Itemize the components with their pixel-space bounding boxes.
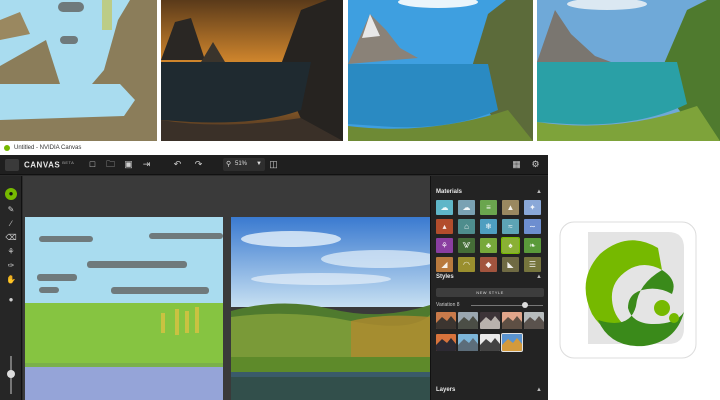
eraser-icon[interactable]: ⌫: [5, 232, 17, 244]
redo-icon[interactable]: ↷: [193, 159, 204, 170]
fire-icon[interactable]: ▴: [436, 219, 453, 234]
style-thumbnail[interactable]: [436, 312, 456, 329]
chevron-up-icon[interactable]: ▲: [536, 189, 542, 195]
app-logo-icon: [4, 145, 10, 151]
brush-icon[interactable]: ✎: [5, 204, 17, 216]
window-titlebar: Untitled - NVIDIA Canvas: [0, 141, 548, 155]
example-render-sunset-lake: [161, 0, 343, 141]
water-icon[interactable]: ≈: [502, 219, 519, 234]
open-folder-icon[interactable]: 🗀: [105, 159, 116, 170]
house-icon[interactable]: ⌂: [458, 219, 475, 234]
flower-icon[interactable]: ⚘: [436, 238, 453, 253]
style-thumbnail[interactable]: [480, 334, 500, 351]
style-thumbnail[interactable]: [458, 312, 478, 329]
materials-title: Materials: [436, 189, 463, 195]
grass-icon[interactable]: ≡: [480, 200, 497, 215]
new-file-icon[interactable]: □: [87, 159, 98, 170]
undo-icon[interactable]: ↶: [172, 159, 183, 170]
eyedropper-icon[interactable]: ✑: [5, 260, 17, 272]
tree-icon[interactable]: ♠: [501, 237, 520, 254]
paint-canvas[interactable]: [25, 217, 223, 400]
compare-layout-icon[interactable]: ◫: [268, 159, 279, 170]
sky-icon[interactable]: ☁: [436, 200, 453, 215]
chevron-up-icon[interactable]: ▲: [536, 274, 542, 280]
chevron-up-icon[interactable]: ▲: [536, 387, 542, 393]
new-style-button[interactable]: NEW STYLE: [436, 288, 544, 297]
sparkle-icon[interactable]: ✦: [524, 200, 541, 215]
brush-size-icon: ●: [8, 295, 14, 304]
bush-icon[interactable]: ♣: [480, 238, 497, 253]
right-panel: Materials ▲ ☁ ☁ ≡ ▲ ✦ ▴ ⌂ ❄ ≈ ∼ ⚘ ⨈ ♣ ♠ ❧ ◢ ◠ ◆ ◣ ☰ Styles …: [430, 176, 548, 400]
dune-icon[interactable]: ◢: [436, 257, 453, 272]
zoom-dropdown[interactable]: ⚲ 51% ▼: [223, 158, 265, 171]
leaf-icon[interactable]: ❧: [524, 238, 541, 253]
brand-title: CANVAS BETA: [24, 160, 75, 170]
example-render-mountain-lake-2: [537, 0, 720, 141]
cloud-icon[interactable]: ☁: [458, 200, 475, 215]
variation-label: Variation 8: [436, 302, 460, 308]
window-title: Untitled - NVIDIA Canvas: [14, 145, 82, 151]
material-color-icon[interactable]: ●: [5, 188, 17, 200]
export-icon[interactable]: ⇥: [141, 159, 152, 170]
style-thumbnail[interactable]: [436, 334, 456, 351]
rock-icon[interactable]: ◆: [480, 257, 497, 272]
style-thumbnail[interactable]: [524, 312, 544, 329]
cliff-icon[interactable]: ◣: [502, 257, 519, 272]
feedback-icon[interactable]: ▦: [511, 159, 522, 170]
zoom-value: 51%: [235, 161, 248, 167]
nvidia-logo-icon: [5, 159, 19, 171]
screenshot-collage: Untitled - NVIDIA Canvas CANVAS BETA □ 🗀 …: [0, 0, 720, 400]
variation-slider[interactable]: [471, 305, 543, 306]
nvidia-canvas-app-icon: [558, 220, 698, 360]
tool-sidebar: ● ✎ ∕ ⌫ ⚘ ✑ ✋ ●: [0, 176, 22, 400]
example-render-mountain-lake-1: [348, 0, 533, 141]
mountain-icon[interactable]: ▲: [502, 200, 519, 215]
wave-icon[interactable]: ∼: [524, 219, 541, 234]
chevron-down-icon: ▼: [256, 161, 262, 167]
pan-hand-icon[interactable]: ✋: [5, 274, 17, 286]
style-thumbnail[interactable]: [480, 312, 500, 329]
style-thumbnail[interactable]: [458, 334, 478, 351]
settings-icon[interactable]: ⚙: [530, 159, 541, 170]
styles-title: Styles: [436, 274, 454, 280]
zoom-icon: ⚲: [226, 161, 232, 168]
rendered-landscape: [231, 217, 430, 400]
field-icon[interactable]: ☰: [524, 257, 541, 272]
save-icon[interactable]: ▣: [123, 159, 134, 170]
variation-handle[interactable]: [522, 302, 528, 308]
canvas-workspace: [23, 176, 430, 400]
style-thumbnail[interactable]: [501, 333, 523, 352]
hill-icon[interactable]: ◠: [458, 257, 475, 272]
plant-icon[interactable]: ⨈: [458, 238, 475, 253]
layers-title: Layers: [436, 387, 456, 393]
example-painting-1: [0, 0, 157, 141]
canvas-app-window: Untitled - NVIDIA Canvas CANVAS BETA □ 🗀 …: [0, 141, 548, 400]
snow-icon[interactable]: ❄: [480, 219, 497, 234]
main-toolbar: CANVAS BETA □ 🗀 ▣ ⇥ ↶ ↷ ⚲ 51% ▼ ◫ ▦ ⚙: [0, 155, 548, 175]
brush-size-handle[interactable]: [7, 370, 15, 378]
line-icon[interactable]: ∕: [5, 218, 17, 230]
fill-icon[interactable]: ⚘: [5, 246, 17, 258]
style-thumbnail[interactable]: [502, 312, 522, 329]
